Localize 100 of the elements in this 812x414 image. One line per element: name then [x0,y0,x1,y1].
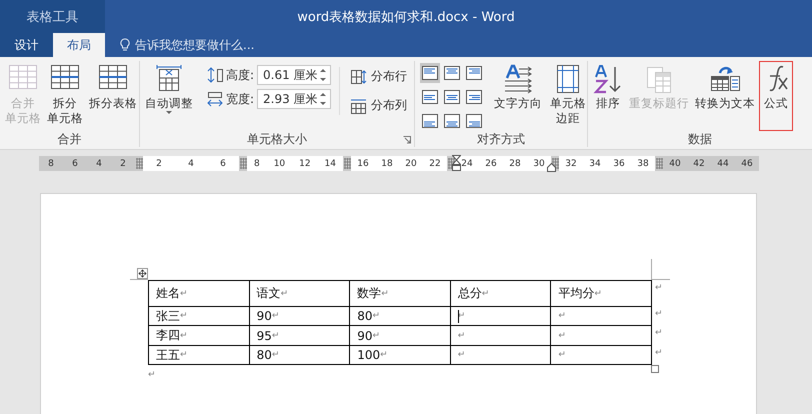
ruler-number: 24 [461,158,473,168]
ribbon-button[interactable]: 排序 [591,61,625,131]
ribbon-button[interactable]: 分布列 [348,96,410,115]
resize-handle-icon[interactable] [651,365,659,373]
align-button[interactable] [420,63,440,83]
text-direction-icon [503,64,533,94]
align-button[interactable] [442,63,462,83]
header-cell[interactable]: 数学↵ [350,281,451,307]
ruler-number: 32 [565,158,577,168]
align-button[interactable] [464,87,484,107]
table-cell[interactable]: 80↵ [350,307,451,326]
field-label: 高度: [226,66,254,84]
ruler-number: 8 [48,158,54,168]
table-cell[interactable]: 95↵ [250,326,350,346]
move-handle-icon[interactable] [137,268,148,279]
ruler-number: 44 [717,158,729,168]
ribbon-button[interactable]: 转换为文本 [693,61,757,131]
align-button[interactable] [420,87,440,107]
table-cell[interactable]: 100↵ [350,346,451,365]
ribbon-button[interactable]: 自动调整 [143,61,195,131]
ruler-number: 38 [637,158,649,168]
context-tab-label: 表格工具 [0,0,105,33]
alignment-icon [422,66,438,80]
align-button[interactable] [442,111,462,131]
alignment-icon [444,66,460,80]
ribbon-button[interactable]: 拆分表格 [87,61,139,131]
tell-me-placeholder: 告诉我您想要做什么... [135,36,254,54]
convert-to-text-icon [710,64,740,94]
align-button[interactable] [464,111,484,131]
ruler-number: 14 [324,158,336,168]
table-cell[interactable]: ↵ [450,326,552,346]
column-width-icon [207,91,223,107]
spin-arrows-icon [319,92,328,106]
ruler-number: 6 [220,158,226,168]
spin-field[interactable]: 0.61 厘米 [257,65,332,85]
header-cell[interactable]: 平均分↵ [551,281,652,307]
column-marker-icon [448,158,454,169]
column-marker-icon [656,158,662,169]
dialog-launcher-icon[interactable] [403,136,411,144]
header-cell[interactable]: 姓名↵ [149,281,250,307]
table-cell[interactable]: 李四↵ [149,326,250,346]
ruler-number: 2 [156,158,162,168]
distribute-columns-icon [350,98,368,114]
ruler-number: 22 [429,158,441,168]
ruler-number: 46 [741,158,753,168]
table-cell[interactable]: ↵ [450,346,552,365]
distribute-rows-icon [350,68,368,84]
column-marker-icon [344,158,350,169]
alignment-icon [422,114,438,128]
table-cell[interactable]: 90↵ [250,307,350,326]
align-button[interactable] [464,63,484,83]
column-marker-icon [136,158,142,169]
window-title: word表格数据如何求和.docx - Word [296,8,516,26]
alignment-icon [444,90,460,104]
ribbon-button[interactable]: 单元格 边距 [548,61,588,131]
align-button[interactable] [420,111,440,131]
ribbon-button[interactable]: 分布行 [348,67,410,86]
ruler-number: 6 [72,158,78,168]
ruler-number: 4 [96,158,102,168]
column-marker-icon [552,158,558,169]
ruler-number: 2 [120,158,126,168]
align-button[interactable] [442,87,462,107]
ruler-number: 12 [299,158,311,168]
ribbon-button[interactable]: 公式 [759,61,793,131]
alignment-icon [466,90,482,104]
ruler-number: 16 [357,158,369,168]
ribbon-tab[interactable]: 布局 [52,33,105,57]
field-label: 宽度: [226,90,254,108]
autofit-icon [154,64,184,94]
ruler-number: 30 [533,158,545,168]
ruler-number: 40 [669,158,681,168]
table-cell[interactable]: 80↵ [250,346,350,365]
ruler-number: 20 [405,158,417,168]
table-cell[interactable]: 90↵ [350,326,451,346]
header-cell[interactable]: 语文↵ [250,281,350,307]
table-cell[interactable]: ↵ [551,326,652,346]
ruler-number: 28 [509,158,521,168]
ruler-number: 42 [693,158,705,168]
group-label: 单元格大小 [247,131,307,148]
tell-me-field[interactable]: 告诉我您想要做什么... [119,33,254,57]
lightbulb-icon [119,38,131,52]
ribbon-button[interactable]: 文字方向 [492,61,544,131]
alignment-icon [444,114,460,128]
ruler-number: 10 [274,158,286,168]
spin-field[interactable]: 2.93 厘米 [257,89,332,109]
table-cell[interactable]: 王五↵ [149,346,250,365]
ribbon-button[interactable]: 拆分 单元格 [45,61,85,131]
header-cell[interactable]: 总分↵ [450,281,552,307]
spin-arrows-icon [319,68,328,82]
ruler-number: 18 [381,158,393,168]
table-cell[interactable]: ↵ [551,307,652,326]
group-label: 对齐方式 [477,131,525,148]
row-end-mark: ↵ [655,348,663,358]
group-label: 合并 [58,131,82,148]
row-height-icon [207,67,223,83]
ruler-number: 4 [188,158,194,168]
row-end-mark: ↵ [655,309,663,319]
table-cell[interactable]: ↵ [551,346,652,365]
table-cell[interactable]: 张三↵ [149,307,250,326]
alignment-icon [466,114,482,128]
